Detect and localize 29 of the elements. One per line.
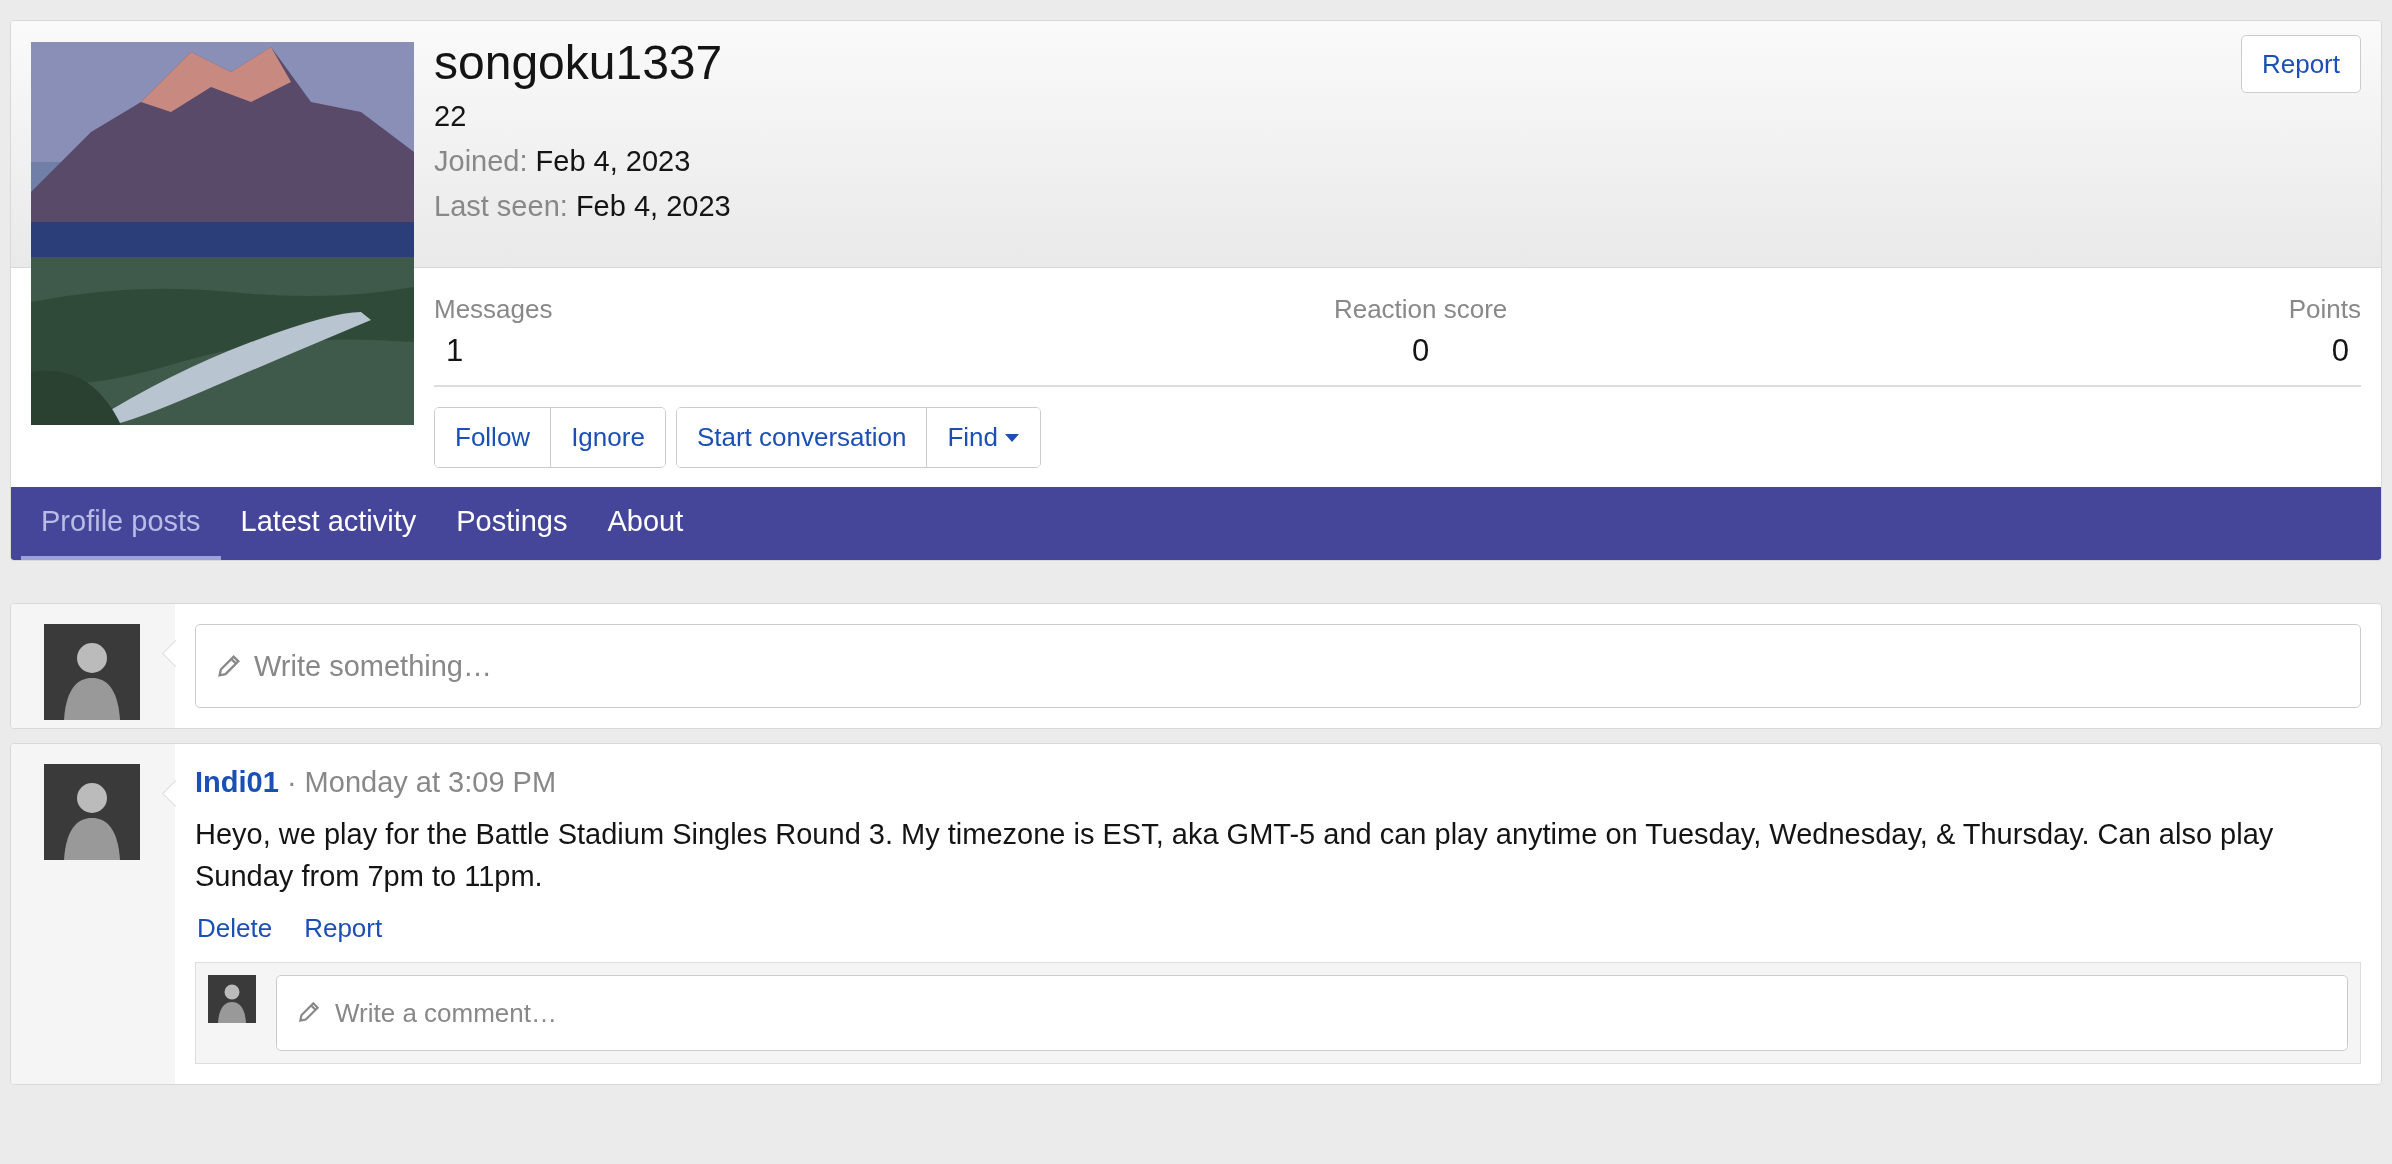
author-link[interactable]: Indi01: [195, 766, 279, 798]
stat-label: Points: [2288, 294, 2361, 325]
action-button[interactable]: Start conversation: [676, 408, 928, 467]
detail-value: Feb 4, 2023: [575, 190, 731, 222]
detail-label: Joined:: [434, 145, 528, 177]
tab[interactable]: Latest activity: [220, 487, 437, 560]
stat-value: 0: [2330, 333, 2350, 369]
post-input-field[interactable]: Write something…: [195, 624, 2361, 708]
user-age: 22: [434, 100, 468, 133]
post-time: Monday at 3:09 PM: [304, 766, 557, 798]
report-button[interactable]: Report: [2240, 35, 2361, 93]
stat-label: Reaction score: [1333, 294, 1508, 325]
tab[interactable]: Profile posts: [21, 487, 221, 560]
detail-label: Last seen:: [434, 190, 568, 222]
post-action-link[interactable]: Report: [304, 913, 383, 945]
detail-value: Feb 4, 2023: [535, 145, 691, 177]
action-button[interactable]: Follow: [435, 408, 552, 467]
stat-label: Messages: [434, 294, 553, 325]
stat-value: 0: [1411, 333, 1431, 369]
caret-icon: [1004, 432, 1020, 443]
username: songoku1337: [434, 35, 724, 90]
tab[interactable]: About: [587, 487, 704, 560]
separator: ·: [286, 766, 297, 798]
post-text: Heyo, we play for the Battle Stadium Singles Round 3. My timezone is EST, aka GMT-5 and can play anytime on Tuesday, Wednesday, & Thursday. Can also play Sunday from 7pm to 11pm.: [195, 817, 2275, 895]
tab[interactable]: Postings: [436, 487, 588, 560]
stat-value: 1: [445, 333, 465, 369]
post-action-link[interactable]: Delete: [197, 913, 273, 945]
avatar: [208, 975, 256, 1024]
comment-input-field[interactable]: Write a comment…: [276, 975, 2348, 1052]
